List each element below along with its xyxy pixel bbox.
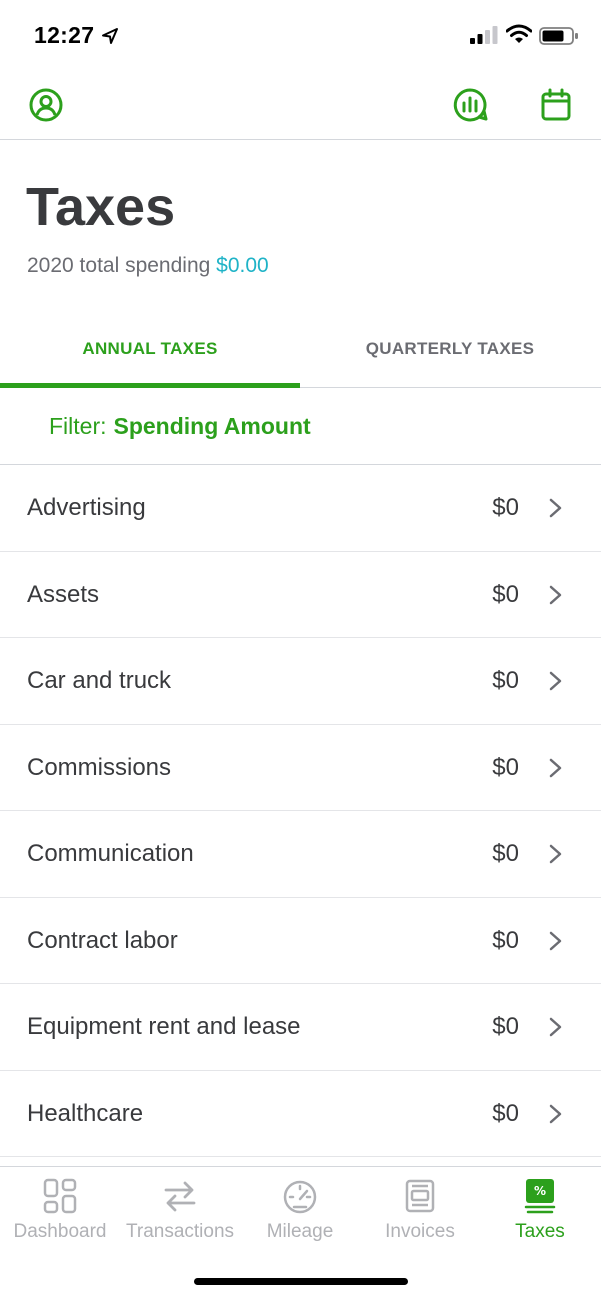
spending-summary: 2020 total spending $0.00 [27,254,269,278]
nav-label: Invoices [385,1221,455,1242]
category-amount: $0 [492,1099,519,1127]
category-label: Advertising [27,494,146,521]
chevron-right-icon [549,758,562,777]
nav-taxes[interactable]: % Taxes [480,1167,600,1257]
category-amount: $0 [492,926,519,954]
category-healthcare[interactable]: Healthcare $0 [0,1071,601,1157]
location-arrow-icon [102,28,118,44]
chevron-right-icon [549,585,562,604]
svg-text:%: % [534,1184,546,1198]
taxes-icon: % [524,1179,556,1214]
filter-value: Spending Amount [113,413,311,439]
category-amount: $0 [492,667,519,694]
chevron-right-icon [549,671,562,691]
chevron-right-icon [549,931,562,950]
nav-label: Mileage [266,1221,334,1242]
tax-period-tabs: ANNUAL TAXES QUARTERLY TAXES [0,310,601,388]
calendar-button[interactable] [536,85,576,125]
nav-label: Taxes [515,1221,565,1242]
active-tab-indicator [0,383,300,388]
calendar-icon [541,88,571,121]
category-amount: $0 [492,1013,519,1040]
wifi-icon [506,24,532,43]
category-communication[interactable]: Communication $0 [0,811,601,898]
category-amount: $0 [492,840,519,867]
category-car-and-truck[interactable]: Car and truck $0 [0,638,601,725]
nav-mileage[interactable]: Mileage [240,1167,360,1257]
category-label: Communication [27,840,194,867]
profile-button[interactable] [26,85,66,125]
top-bar [0,70,601,140]
category-amount: $0 [492,753,519,781]
chevron-right-icon [549,1104,562,1123]
cellular-signal-icon [470,26,498,44]
tab-annual-taxes[interactable]: ANNUAL TAXES [0,310,300,388]
status-bar: 12:27 [0,0,601,70]
category-label: Equipment rent and lease [27,1013,301,1040]
category-amount: $0 [492,494,519,521]
category-advertising[interactable]: Advertising $0 [0,465,601,552]
status-time: 12:27 [34,22,95,48]
category-contract-labor[interactable]: Contract labor $0 [0,898,601,984]
tax-category-list: Advertising $0 Assets $0 Car and truck $… [0,465,601,1157]
summary-amount: $0.00 [216,254,269,277]
filter-label: Filter: [49,413,107,439]
dashboard-icon [43,1178,77,1214]
reports-icon [453,88,488,122]
nav-label: Dashboard [13,1221,107,1242]
profile-icon [29,88,63,122]
category-amount: $0 [492,580,519,608]
nav-transactions[interactable]: Transactions [120,1167,240,1257]
chevron-right-icon [549,1017,562,1037]
home-indicator [194,1278,408,1285]
transactions-icon [164,1181,196,1212]
nav-label: Transactions [125,1221,235,1242]
category-label: Healthcare [27,1099,144,1127]
nav-invoices[interactable]: Invoices [360,1167,480,1257]
filter-button[interactable]: Filter: Spending Amount [0,389,601,465]
invoices-icon [405,1179,435,1213]
category-equipment-rent-and-lease[interactable]: Equipment rent and lease $0 [0,984,601,1071]
category-assets[interactable]: Assets $0 [0,552,601,638]
nav-dashboard[interactable]: Dashboard [0,1167,120,1257]
tab-quarterly-taxes[interactable]: QUARTERLY TAXES [300,310,600,388]
chevron-right-icon [549,498,562,518]
category-label: Assets [27,580,100,608]
mileage-icon [283,1180,317,1214]
category-label: Contract labor [27,926,178,954]
category-label: Car and truck [27,667,172,694]
page-title: Taxes [26,177,176,237]
battery-icon [539,27,578,45]
category-commissions[interactable]: Commissions $0 [0,725,601,811]
category-label: Commissions [27,753,172,781]
chevron-right-icon [549,844,562,864]
reports-button[interactable] [450,85,490,125]
summary-label: 2020 total spending [27,254,211,277]
